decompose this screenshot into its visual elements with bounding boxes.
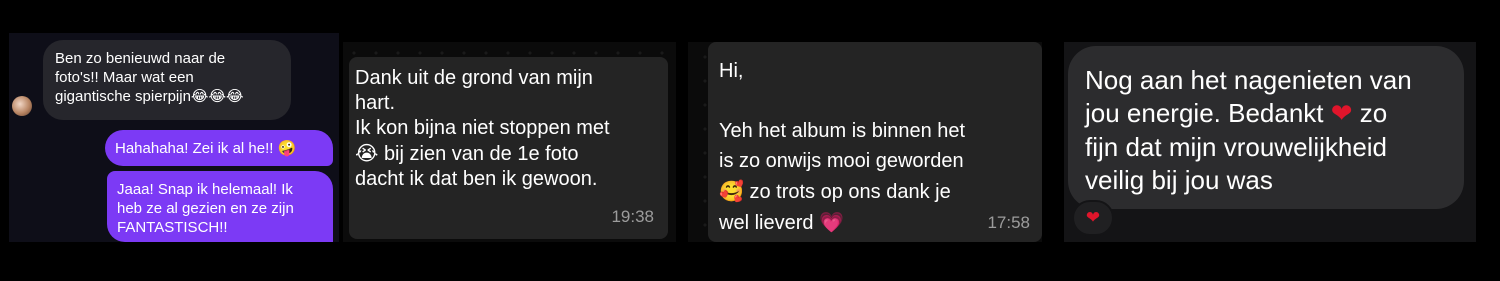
pink-heart-emoji-icon: 💗 xyxy=(819,210,844,234)
zany-face-emoji-icon: 🤪 xyxy=(277,139,297,157)
message-bubble[interactable]: Nog aan het nagenieten van jou energie. … xyxy=(1068,46,1464,209)
outgoing-message-bubble[interactable]: Jaaa! Snap ik helemaal! Ik heb ze al gez… xyxy=(107,171,333,242)
message-line: 😭 bij zien van de 1e foto xyxy=(355,141,579,165)
heart-reaction-icon: ❤ xyxy=(1085,208,1101,228)
message-line: is zo onwijs mooi geworden xyxy=(719,150,964,172)
laughing-emoji-icon: 😂😂😂 xyxy=(190,87,244,105)
message-line: gigantische spierpijn😂😂😂 xyxy=(55,87,244,105)
message-line: dacht ik dat ben ik gewoon. xyxy=(355,168,598,190)
chat-panel-imessage: Nog aan het nagenieten van jou energie. … xyxy=(1064,42,1476,242)
message-line: Jaaa! Snap ik helemaal! Ik xyxy=(117,181,293,198)
chat-panel-whatsapp-1: Dank uit de grond van mijn hart. Ik kon … xyxy=(343,42,676,242)
message-line: Hi, xyxy=(719,60,744,82)
message-line: FANTASTISCH!! xyxy=(117,219,228,236)
message-line: Nog aan het nagenieten van xyxy=(1085,65,1412,95)
message-bubble[interactable]: Dank uit de grond van mijn hart. Ik kon … xyxy=(349,57,668,239)
incoming-message-bubble[interactable]: Ben zo benieuwd naar de foto's!! Maar wa… xyxy=(43,40,291,120)
chat-panel-instagram: Ben zo benieuwd naar de foto's!! Maar wa… xyxy=(9,33,339,242)
message-line: jou energie. Bedankt ❤ zo xyxy=(1085,98,1388,129)
smiling-hearts-emoji-icon: 🥰 xyxy=(719,179,744,203)
message-bubble[interactable]: Hi, Yeh het album is binnen het is zo on… xyxy=(708,42,1042,242)
message-timestamp: 19:38 xyxy=(611,207,654,226)
outgoing-message-bubble[interactable]: Hahahaha! Zei ik al he!! 🤪 xyxy=(105,130,333,166)
message-line: Hahahaha! Zei ik al he!! 🤪 xyxy=(115,139,297,157)
message-line: Yeh het album is binnen het xyxy=(719,120,966,142)
avatar[interactable] xyxy=(12,96,32,116)
message-timestamp: 17:58 xyxy=(987,213,1030,232)
heart-reaction-badge[interactable]: ❤ xyxy=(1072,200,1114,236)
message-line: Ben zo benieuwd naar de xyxy=(55,50,226,67)
chat-panel-whatsapp-2: Hi, Yeh het album is binnen het is zo on… xyxy=(688,42,1042,242)
testimonial-strip: Ben zo benieuwd naar de foto's!! Maar wa… xyxy=(0,0,1500,281)
message-line: heb ze al gezien en ze zijn xyxy=(117,200,294,217)
message-line: fijn dat mijn vrouwelijkheid xyxy=(1085,132,1388,162)
crying-emoji-icon: 😭 xyxy=(355,141,379,165)
message-line: 🥰 zo trots op ons dank je xyxy=(719,179,951,203)
message-line: hart. xyxy=(355,92,396,114)
red-heart-emoji-icon: ❤ xyxy=(1330,99,1353,129)
message-line xyxy=(719,86,1034,116)
message-line: Ik kon bijna niet stoppen met xyxy=(355,117,610,139)
message-line: veilig bij jou was xyxy=(1085,165,1273,195)
message-line: Dank uit de grond van mijn xyxy=(355,67,593,89)
message-line: foto's!! Maar wat een xyxy=(55,69,194,86)
